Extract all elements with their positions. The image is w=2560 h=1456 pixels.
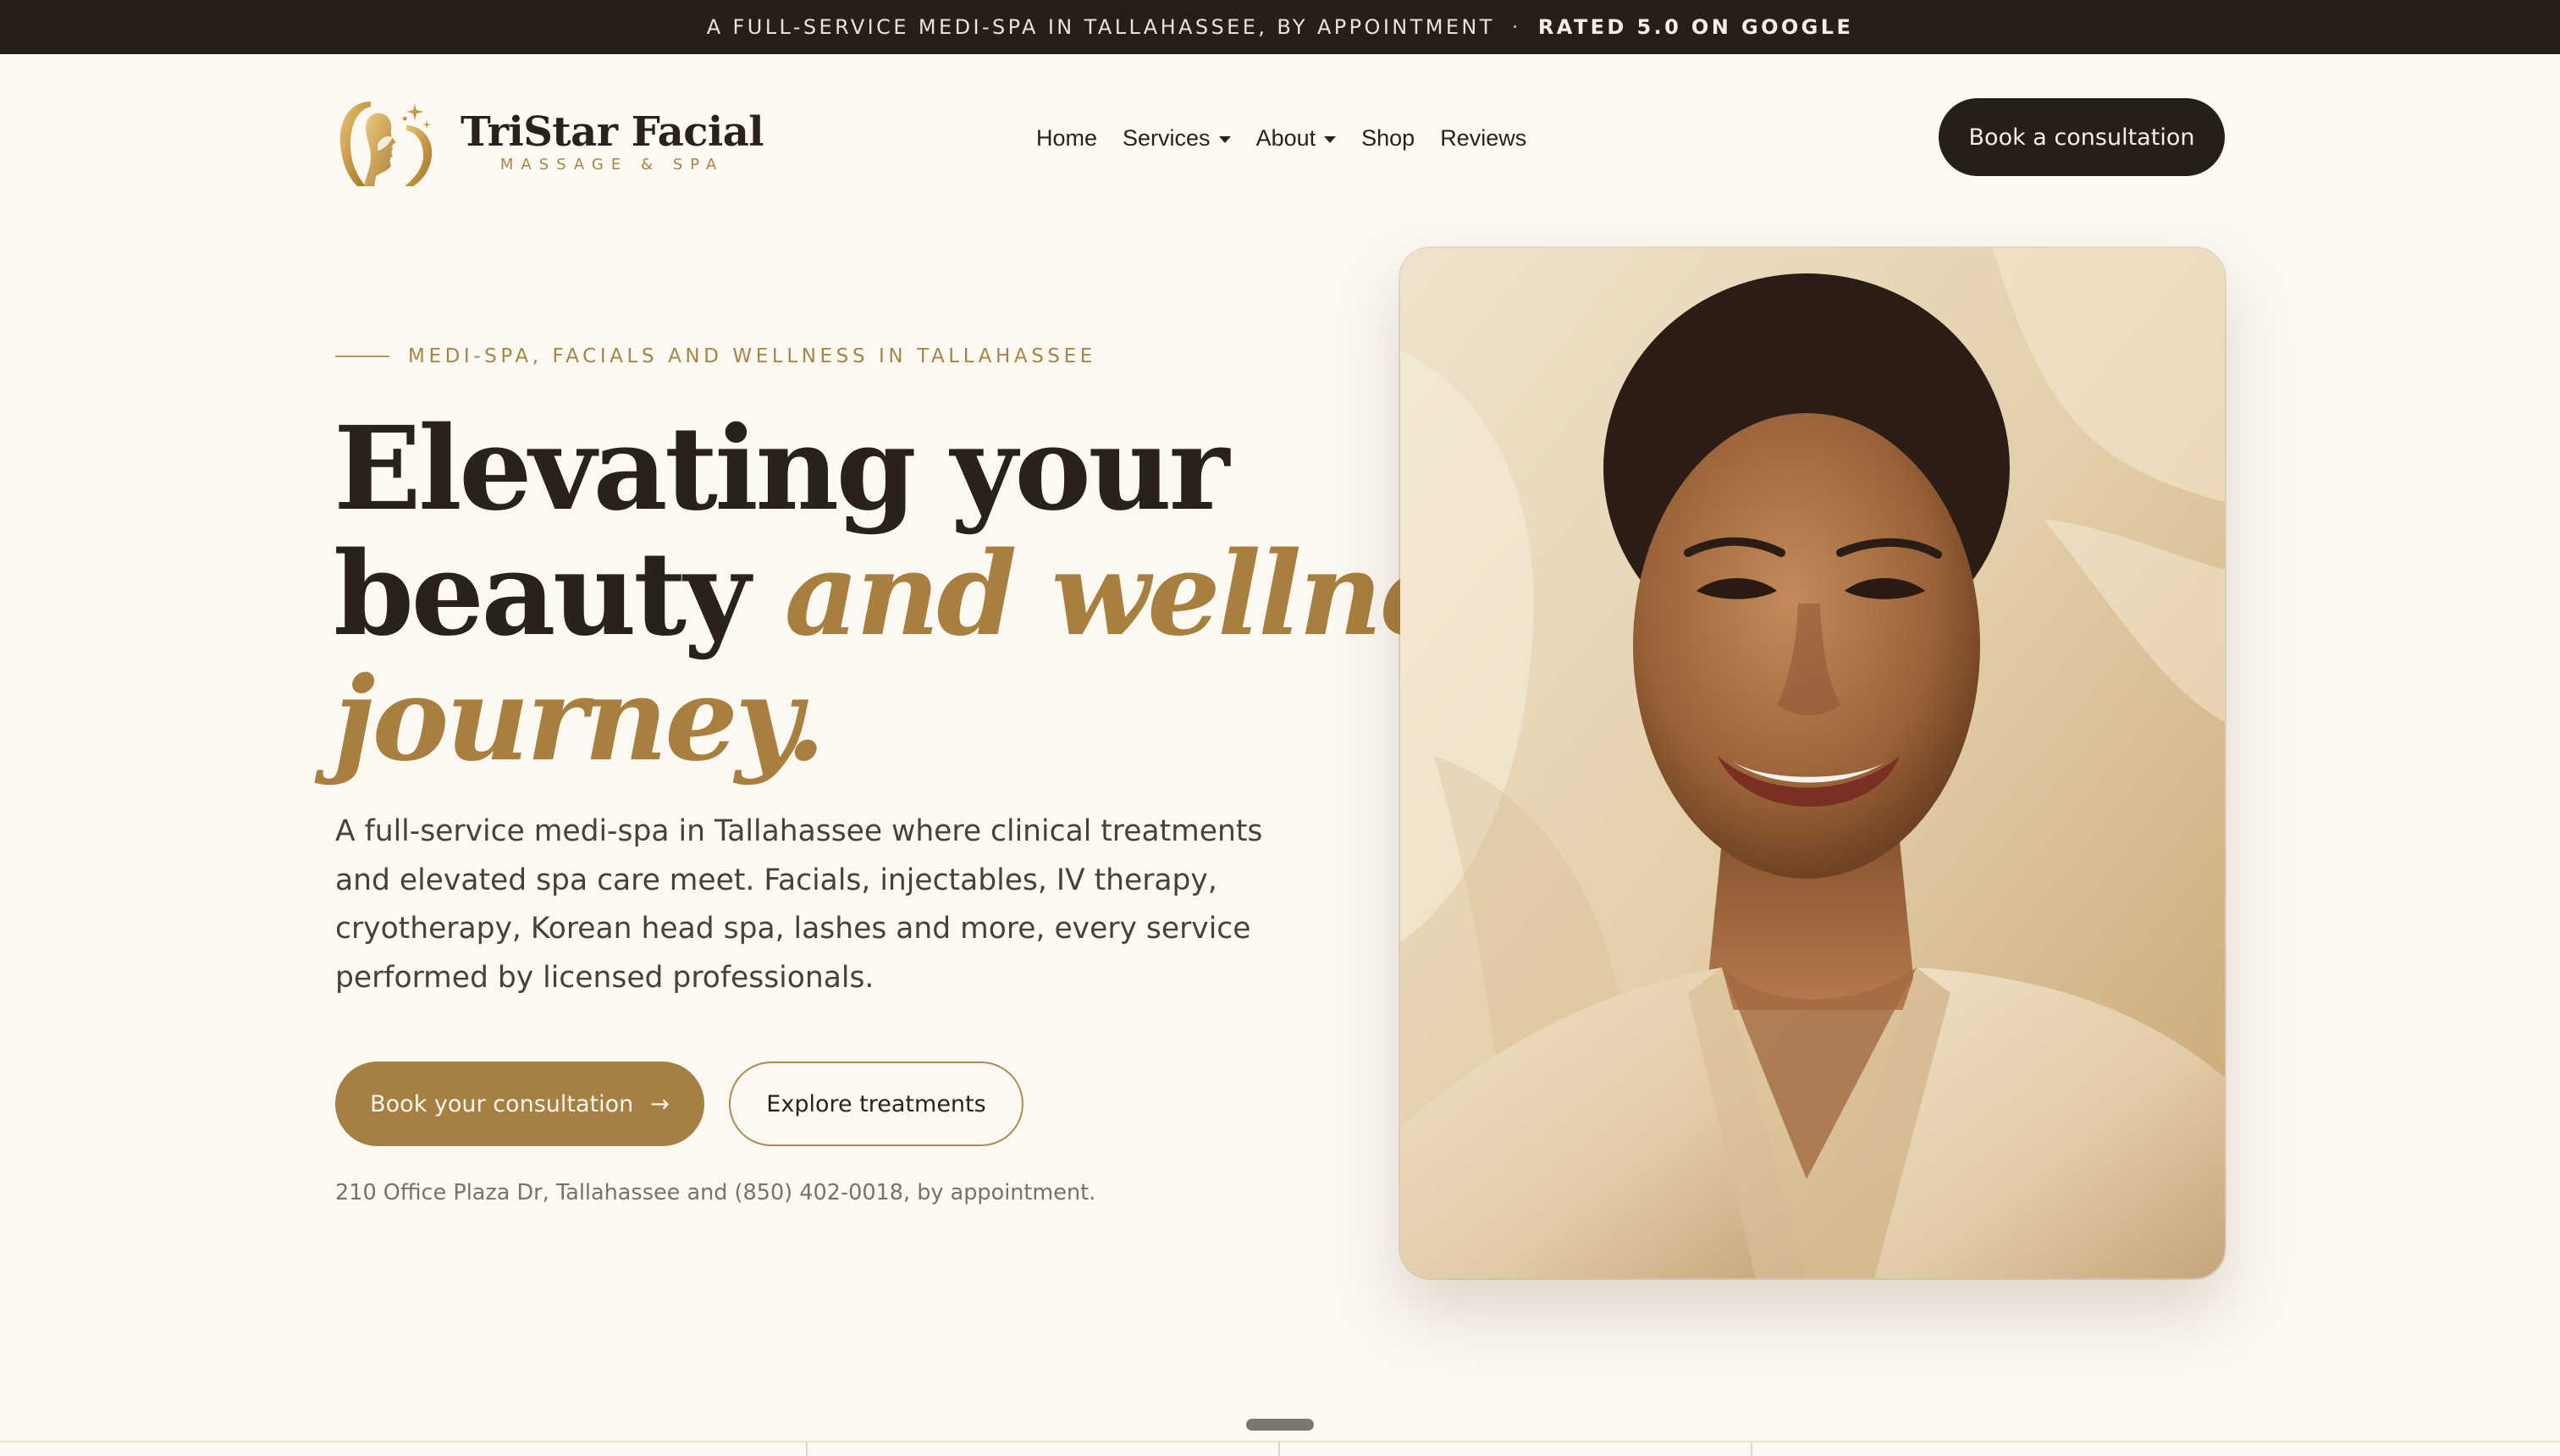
main-nav: Home Services About Shop Reviews: [1036, 120, 1526, 156]
hero-description: A full-service medi-spa in Tallahassee w…: [335, 814, 1263, 995]
brand-logo[interactable]: TriStar Facial MASSAGE & SPA: [337, 95, 764, 188]
portrait-illustration: [1400, 248, 2225, 1278]
announcement-separator: ·: [1511, 15, 1521, 39]
announcement-text: A FULL-SERVICE MEDI-SPA IN TALLAHASSEE, …: [706, 15, 1495, 39]
book-your-consultation-button[interactable]: Book your consultation →: [335, 1062, 704, 1146]
section-divider: [0, 1441, 2560, 1442]
nav-item-label: Shop: [1361, 124, 1415, 151]
column-divider: [806, 1442, 808, 1456]
announcement-bar: A FULL-SERVICE MEDI-SPA IN TALLAHASSEE, …: [0, 0, 2560, 54]
brand-tagline: MASSAGE & SPA: [499, 155, 725, 174]
nav-item-about[interactable]: About: [1256, 125, 1337, 152]
eyebrow-divider: [335, 356, 389, 357]
hero-portrait-image: [1400, 248, 2225, 1278]
headline-line-2: beauty and wellness: [334, 532, 1576, 657]
nav-item-shop[interactable]: Shop: [1361, 125, 1415, 152]
headline-line-1: Elevating your: [334, 401, 1229, 537]
contact-address: 210 Office Plaza Dr, Tallahassee and (85…: [335, 1180, 1096, 1205]
headline-plain-text: beauty: [334, 527, 785, 662]
brand-name: TriStar Facial: [461, 108, 764, 156]
button-label: Book your consultation: [370, 1090, 634, 1117]
nav-item-label: Home: [1036, 124, 1098, 151]
book-consultation-header-button[interactable]: Book a consultation: [1939, 98, 2225, 176]
nav-item-label: Reviews: [1440, 124, 1527, 151]
nav-item-label: About: [1255, 124, 1316, 151]
face-silhouette-logo-icon: [339, 102, 433, 186]
column-divider: [1751, 1442, 1752, 1456]
hero-headline: Elevating your beauty and wellness journ…: [334, 401, 1576, 787]
nav-item-services[interactable]: Services: [1123, 125, 1231, 152]
nav-item-label: Services: [1123, 124, 1211, 151]
scroll-indicator[interactable]: [1246, 1419, 1314, 1431]
eyebrow-text: MEDI-SPA, FACIALS AND WELLNESS IN TALLAH…: [408, 345, 1096, 367]
nav-item-home[interactable]: Home: [1036, 125, 1097, 152]
explore-treatments-button[interactable]: Explore treatments: [729, 1062, 1023, 1146]
column-divider: [1278, 1442, 1280, 1456]
brand-wordmark: TriStar Facial MASSAGE & SPA: [461, 110, 764, 174]
google-rating-text: RATED 5.0 ON GOOGLE: [1537, 15, 1854, 39]
headline-line-3: journey.: [334, 652, 825, 787]
hero-eyebrow: MEDI-SPA, FACIALS AND WELLNESS IN TALLAH…: [335, 344, 1096, 369]
nav-item-reviews[interactable]: Reviews: [1440, 125, 1526, 152]
chevron-down-icon: [1324, 135, 1337, 143]
chevron-down-icon: [1218, 135, 1231, 143]
arrow-right-icon: →: [650, 1090, 670, 1117]
